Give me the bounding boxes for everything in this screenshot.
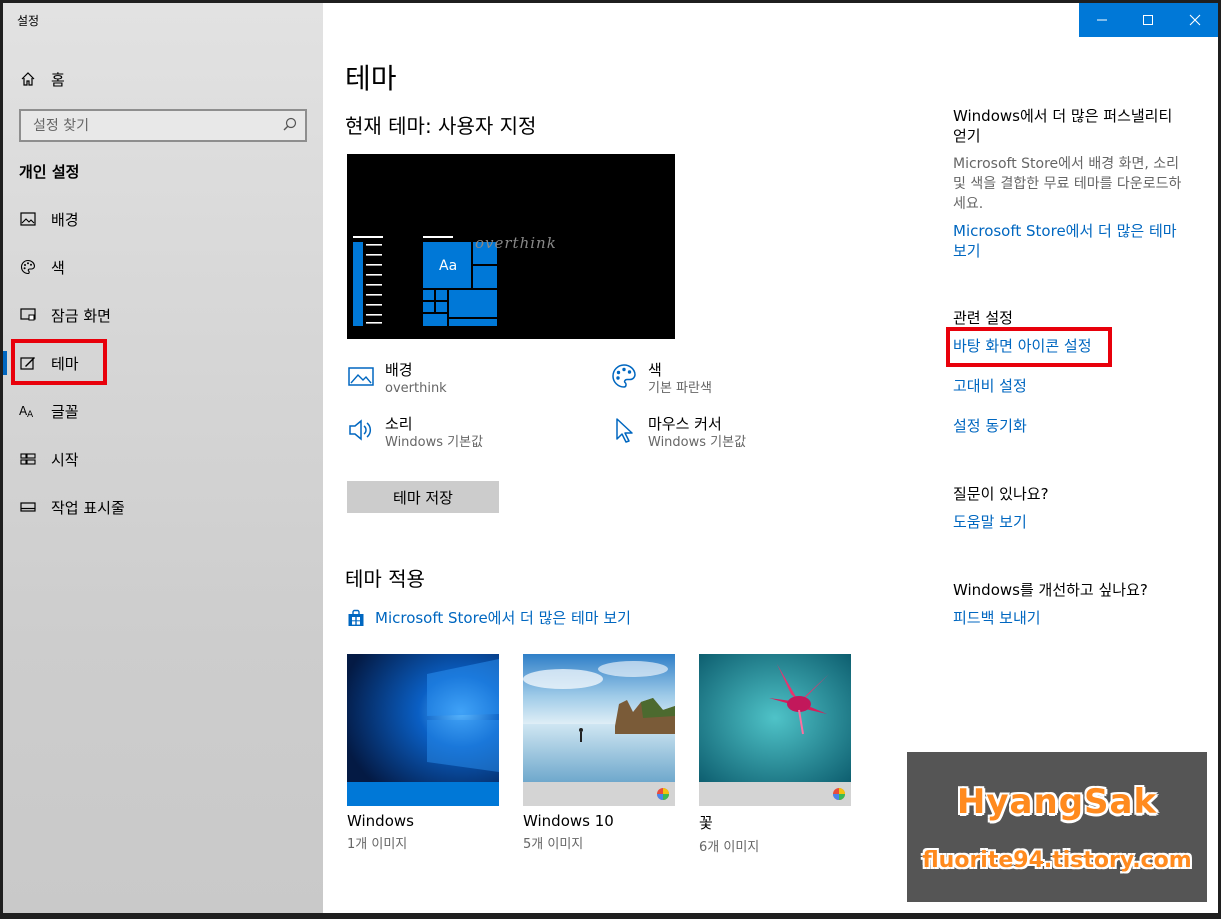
picture-icon <box>348 367 374 386</box>
sidebar-item-background[interactable]: 배경 <box>3 195 323 243</box>
sync-settings-link[interactable]: 설정 동기화 <box>953 416 1189 436</box>
sidebar-item-color[interactable]: 색 <box>3 243 323 291</box>
search-icon[interactable] <box>283 116 297 135</box>
sidebar-item-label: 테마 <box>51 354 79 373</box>
save-theme-button[interactable]: 테마 저장 <box>347 481 499 513</box>
sidebar-item-taskbar[interactable]: 작업 표시줄 <box>3 483 323 531</box>
personalize-description: Microsoft Store에서 배경 화면, 소리 및 색을 결합한 무료 … <box>953 156 1182 212</box>
svg-text:A: A <box>27 410 34 419</box>
beach-wallpaper-image <box>523 654 675 806</box>
property-value: Windows 기본값 <box>648 435 747 450</box>
minimize-icon <box>1097 19 1108 21</box>
personalize-title: Windows에서 더 많은 퍼스낼리티 얻기 <box>953 107 1173 145</box>
theme-preview: Aa overthink <box>347 154 675 339</box>
property-cursor[interactable]: 마우스 커서 Windows 기본값 <box>610 414 746 452</box>
search-input[interactable] <box>33 117 283 134</box>
nav-home[interactable]: 홈 <box>19 65 65 93</box>
start-icon <box>19 450 37 468</box>
store-themes-link[interactable]: Microsoft Store에서 더 많은 테마 보기 <box>347 607 631 628</box>
property-title: 마우스 커서 <box>648 415 722 433</box>
flower-wallpaper-image <box>699 654 851 806</box>
sidebar-item-label: 색 <box>51 258 65 277</box>
maximize-button[interactable] <box>1125 3 1171 37</box>
titlebar-controls <box>1079 3 1218 37</box>
related-settings-title: 관련 설정 <box>953 309 1013 327</box>
sidebar: 설정 홈 개인 설정 배경 <box>3 3 323 913</box>
maximize-icon <box>1143 15 1154 25</box>
section-title: 개인 설정 <box>19 163 80 181</box>
theme-card-windows[interactable]: Windows 1개 이미지 <box>347 654 499 852</box>
sidebar-item-lock-screen[interactable]: 잠금 화면 <box>3 291 323 339</box>
property-value: Windows 기본값 <box>385 435 484 450</box>
home-icon <box>19 70 37 88</box>
store-bag-icon <box>348 609 364 626</box>
sidebar-item-label: 배경 <box>51 210 79 229</box>
theme-thumbnail <box>347 654 499 806</box>
property-background[interactable]: 배경 overthink <box>347 360 447 398</box>
theme-card-windows-10[interactable]: Windows 10 5개 이미지 <box>523 654 675 852</box>
sidebar-item-theme[interactable]: 테마 <box>3 339 323 387</box>
page-title: 테마 <box>345 62 397 95</box>
property-sound[interactable]: 소리 Windows 기본값 <box>347 414 483 452</box>
cursor-icon <box>616 418 633 443</box>
windows-wallpaper-image <box>347 654 499 806</box>
search-box[interactable] <box>19 109 307 142</box>
theme-thumbnail <box>523 654 675 806</box>
sidebar-item-label: 시작 <box>51 450 79 469</box>
taskbar-icon <box>19 498 37 516</box>
nav-home-label: 홈 <box>51 70 65 89</box>
feedback-link[interactable]: 피드백 보내기 <box>953 608 1189 628</box>
property-title: 색 <box>648 361 662 379</box>
theme-image-count: 5개 이미지 <box>523 837 584 852</box>
watermark-brand: HyangSak <box>956 782 1158 822</box>
question-title: 질문이 있나요? <box>953 485 1049 503</box>
help-link[interactable]: 도움말 보기 <box>953 512 1189 532</box>
desktop-icon-settings-link[interactable]: 바탕 화면 아이콘 설정 <box>953 336 1189 356</box>
high-contrast-settings-link[interactable]: 고대비 설정 <box>953 376 1189 396</box>
close-icon <box>1189 14 1201 26</box>
sidebar-item-label: 글꼴 <box>51 402 79 421</box>
nav-list: 배경 색 잠금 화면 테마 A A 글꼴 시작 작업 표시줄 <box>3 195 323 531</box>
theme-name: Windows 10 <box>523 812 614 830</box>
close-button[interactable] <box>1172 3 1218 37</box>
property-value: overthink <box>385 381 447 396</box>
preview-wallpaper-text: overthink <box>475 234 557 252</box>
sidebar-item-fonts[interactable]: AA 글꼴 <box>3 387 323 435</box>
palette-icon <box>612 364 636 388</box>
font-icon: AA <box>19 402 37 420</box>
theme-card-flowers[interactable]: 꽃 6개 이미지 <box>699 654 851 855</box>
apply-theme-title: 테마 적용 <box>345 567 425 591</box>
settings-window: 설정 홈 개인 설정 배경 <box>3 3 1218 913</box>
app-title: 설정 <box>17 14 40 28</box>
sidebar-item-label: 잠금 화면 <box>51 306 111 325</box>
theme-icon <box>19 354 37 372</box>
personalize-store-link[interactable]: Microsoft Store에서 더 많은 테마 보기 <box>953 221 1189 261</box>
theme-image-count: 1개 이미지 <box>347 837 408 852</box>
property-title: 배경 <box>385 361 413 379</box>
palette-icon <box>19 258 37 276</box>
property-title: 소리 <box>385 415 413 433</box>
lock-screen-icon <box>19 306 37 324</box>
theme-name: 꽃 <box>699 814 713 832</box>
improve-title: Windows를 개선하고 싶나요? <box>953 581 1148 599</box>
preview-tile-label: Aa <box>439 258 458 274</box>
watermark-url: fluorite94.tistory.com <box>922 848 1192 873</box>
picture-icon <box>19 210 37 228</box>
property-color[interactable]: 색 기본 파란색 <box>610 360 712 398</box>
sidebar-item-start[interactable]: 시작 <box>3 435 323 483</box>
theme-thumbnail <box>699 654 851 806</box>
current-theme-title: 현재 테마: 사용자 지정 <box>345 114 537 138</box>
watermark: HyangSak fluorite94.tistory.com <box>907 752 1207 902</box>
theme-image-count: 6개 이미지 <box>699 840 760 855</box>
store-link-label: Microsoft Store에서 더 많은 테마 보기 <box>375 609 631 627</box>
speaker-icon <box>349 419 372 441</box>
sidebar-item-label: 작업 표시줄 <box>51 498 125 517</box>
theme-name: Windows <box>347 812 414 830</box>
minimize-button[interactable] <box>1079 3 1125 37</box>
property-value: 기본 파란색 <box>648 381 712 396</box>
